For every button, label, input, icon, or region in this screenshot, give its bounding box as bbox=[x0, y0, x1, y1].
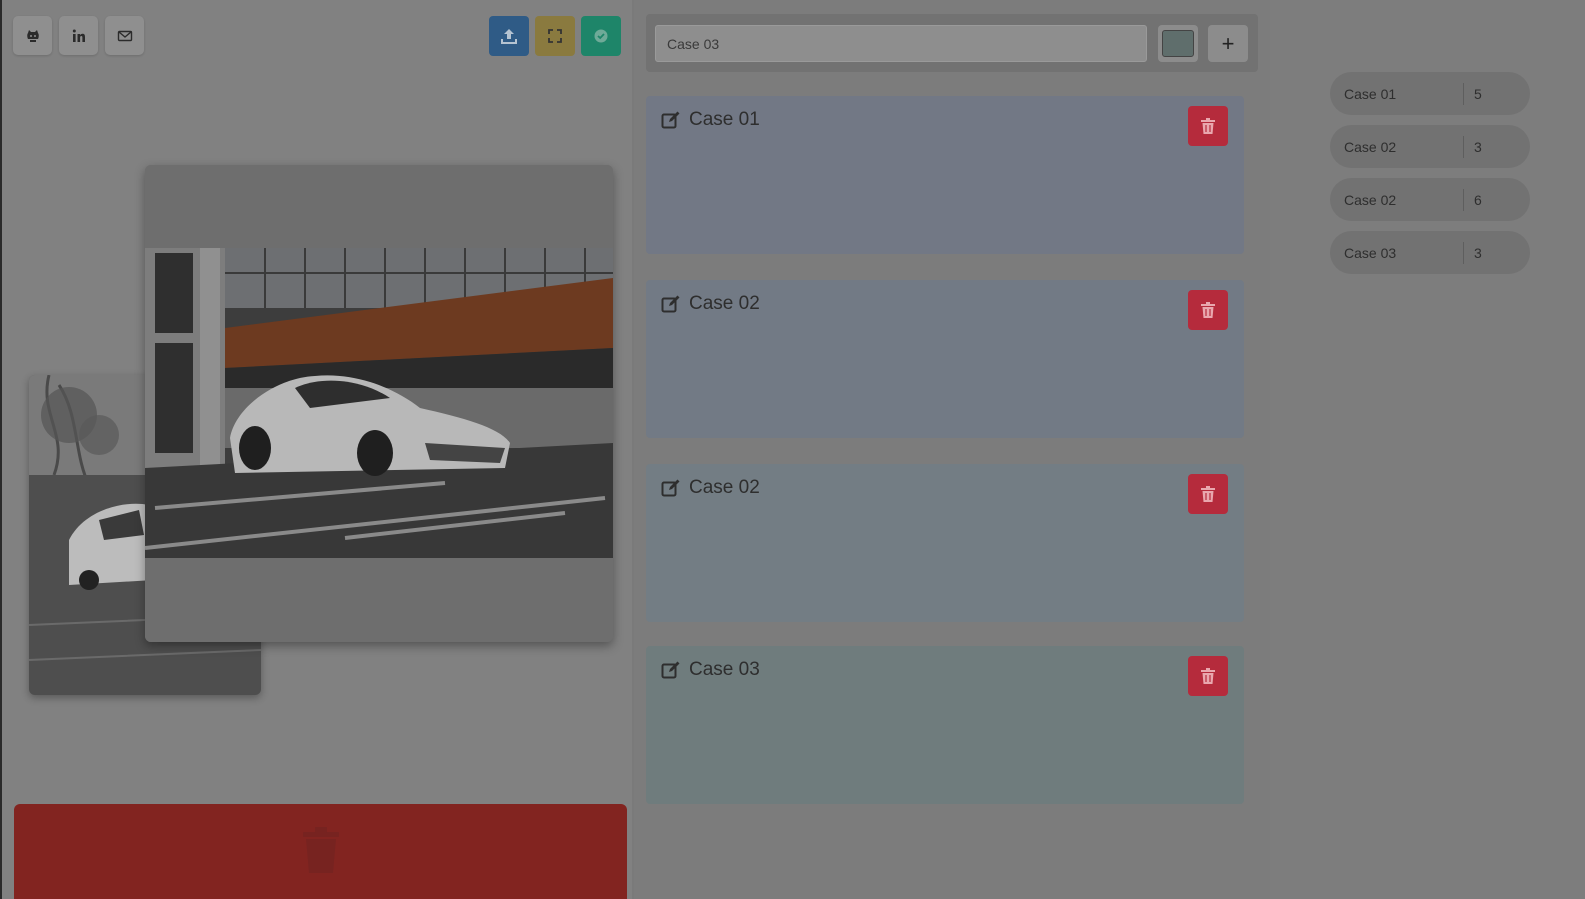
trash-icon bbox=[1201, 118, 1215, 134]
mail-icon bbox=[117, 30, 132, 41]
fullscreen-icon bbox=[548, 29, 562, 43]
delete-case-button[interactable] bbox=[1188, 474, 1228, 514]
case-card[interactable]: Case 02 bbox=[646, 280, 1244, 438]
case-title: Case 02 bbox=[689, 293, 760, 314]
trash-icon bbox=[1201, 668, 1215, 684]
summary-count: 3 bbox=[1474, 244, 1482, 261]
color-picker[interactable] bbox=[1158, 25, 1198, 62]
car-photo-image bbox=[145, 165, 613, 642]
summary-label: Case 02 bbox=[1344, 191, 1397, 208]
github-button[interactable] bbox=[13, 16, 52, 55]
case-editor-panel: + Case 01 Case 02 bbox=[634, 0, 1270, 899]
photo-main[interactable] bbox=[145, 165, 613, 642]
delete-case-button[interactable] bbox=[1188, 656, 1228, 696]
case-summary-panel: Case 01 5 Case 02 3 Case 02 6 Case 03 3 bbox=[1270, 0, 1585, 899]
case-card[interactable]: Case 03 bbox=[646, 646, 1244, 804]
edit-icon[interactable] bbox=[661, 478, 681, 498]
image-workspace bbox=[0, 0, 632, 899]
delete-case-button[interactable] bbox=[1188, 290, 1228, 330]
trash-icon bbox=[1201, 486, 1215, 502]
summary-count: 6 bbox=[1474, 191, 1482, 208]
upload-button[interactable] bbox=[489, 16, 529, 56]
case-title: Case 01 bbox=[689, 109, 760, 130]
edit-icon[interactable] bbox=[661, 660, 681, 680]
trash-drop-zone[interactable] bbox=[14, 804, 627, 899]
trash-icon bbox=[302, 827, 339, 873]
summary-item[interactable]: Case 02 6 bbox=[1330, 178, 1530, 221]
fullscreen-button[interactable] bbox=[535, 16, 575, 56]
case-title: Case 03 bbox=[689, 659, 760, 680]
case-name-input[interactable] bbox=[655, 25, 1147, 62]
color-swatch-preview bbox=[1162, 30, 1194, 57]
upload-icon bbox=[501, 29, 517, 44]
linkedin-button[interactable] bbox=[59, 16, 98, 55]
case-input-bar: + bbox=[646, 14, 1258, 72]
summary-count: 5 bbox=[1474, 85, 1482, 102]
check-icon bbox=[594, 29, 608, 43]
trash-icon bbox=[1201, 302, 1215, 318]
add-case-button[interactable]: + bbox=[1208, 25, 1248, 62]
linkedin-icon bbox=[72, 29, 85, 42]
delete-case-button[interactable] bbox=[1188, 106, 1228, 146]
summary-label: Case 02 bbox=[1344, 138, 1397, 155]
summary-item[interactable]: Case 03 3 bbox=[1330, 231, 1530, 274]
summary-item[interactable]: Case 02 3 bbox=[1330, 125, 1530, 168]
summary-item[interactable]: Case 01 5 bbox=[1330, 72, 1530, 115]
edit-icon[interactable] bbox=[661, 110, 681, 130]
case-card[interactable]: Case 02 bbox=[646, 464, 1244, 622]
plus-icon: + bbox=[1221, 30, 1235, 56]
edit-icon[interactable] bbox=[661, 294, 681, 314]
summary-label: Case 01 bbox=[1344, 85, 1397, 102]
email-button[interactable] bbox=[105, 16, 144, 55]
summary-label: Case 03 bbox=[1344, 244, 1397, 261]
confirm-button[interactable] bbox=[581, 16, 621, 56]
case-card[interactable]: Case 01 bbox=[646, 96, 1244, 254]
summary-count: 3 bbox=[1474, 138, 1482, 155]
github-icon bbox=[26, 29, 39, 42]
case-title: Case 02 bbox=[689, 477, 760, 498]
